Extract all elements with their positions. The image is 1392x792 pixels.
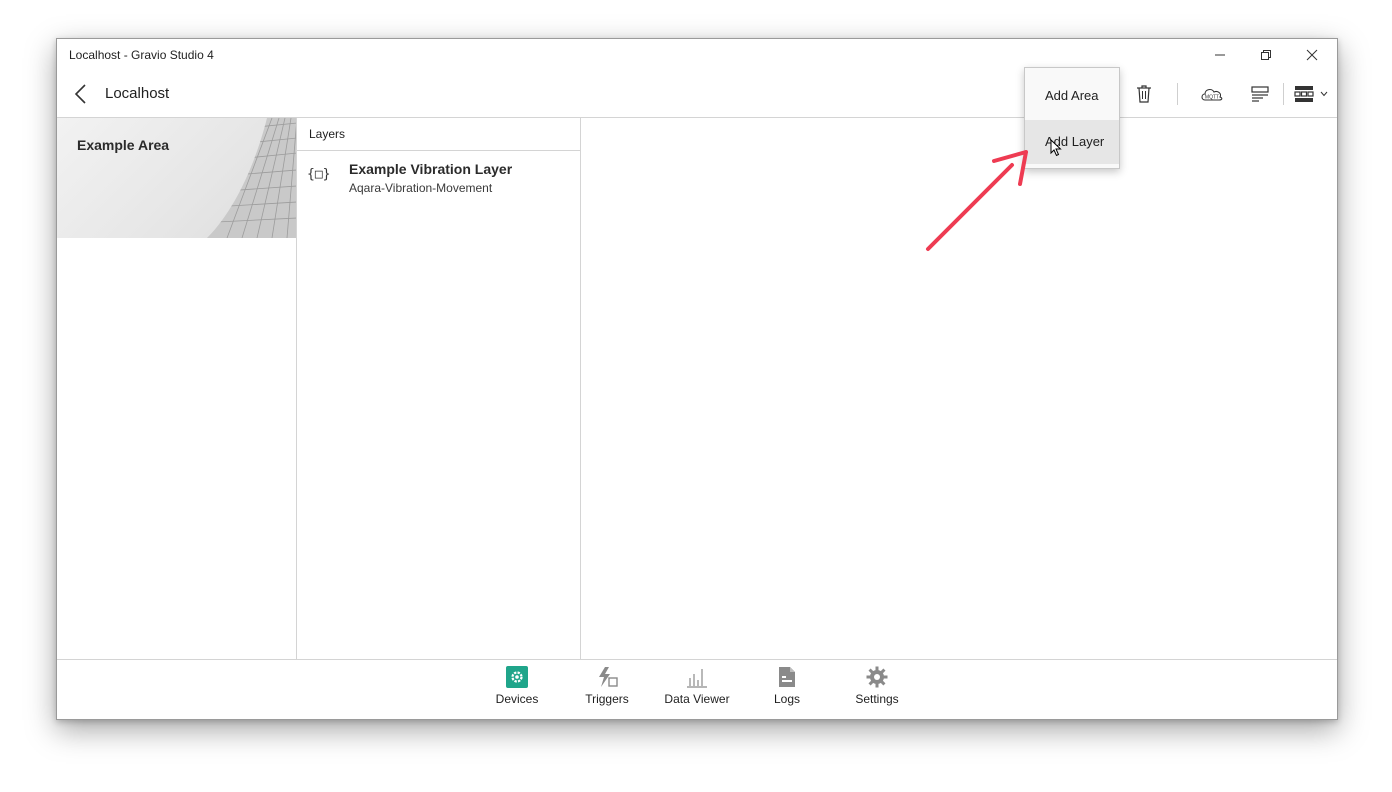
add-layer-menu-item[interactable]: Add Layer [1025, 120, 1119, 164]
restore-button[interactable] [1243, 39, 1289, 71]
minimize-button[interactable] [1197, 39, 1243, 71]
nav-label: Data Viewer [664, 692, 730, 706]
view-layout-button[interactable] [1291, 81, 1331, 107]
page-title: Localhost [105, 85, 170, 102]
toolbar-separator [1177, 83, 1178, 105]
nav-label: Logs [773, 692, 801, 706]
vibration-layer-icon: {□} [307, 167, 331, 182]
layers-header-label: Layers [309, 127, 346, 141]
close-icon [1306, 49, 1318, 61]
view-layout-icon [1294, 86, 1314, 102]
device-list-panel [581, 118, 1337, 659]
data-viewer-icon [686, 666, 708, 688]
layer-settings-icon [1251, 86, 1269, 102]
mouse-cursor-icon [1050, 139, 1062, 157]
areas-panel: Example Area [57, 118, 297, 659]
window-title: Localhost - Gravio Studio 4 [69, 48, 214, 62]
mqtt-icon: MQTT [1201, 89, 1223, 101]
area-building-image [207, 118, 296, 238]
area-name: Example Area [77, 137, 170, 153]
area-card[interactable]: Example Area [57, 118, 296, 238]
nav-label: Triggers [585, 692, 629, 706]
logs-icon [776, 666, 798, 688]
nav-triggers[interactable]: Triggers [567, 666, 647, 716]
triggers-icon [596, 666, 618, 688]
layer-list-item[interactable]: {□} Example Vibration Layer Aqara-Vibrat… [297, 151, 580, 201]
nav-logs[interactable]: Logs [747, 666, 827, 716]
minimize-icon [1215, 54, 1225, 56]
add-area-menu-item[interactable]: Add Area [1025, 74, 1119, 118]
bottom-navigation: Devices Triggers Data Viewer Logs Settin… [57, 659, 1337, 719]
layers-header: Layers [297, 118, 580, 151]
page-header: Localhost MQTT [57, 71, 1337, 118]
close-window-button[interactable] [1289, 39, 1335, 71]
add-menu-dropdown: Add Area Add Layer [1024, 67, 1120, 169]
nav-settings[interactable]: Settings [837, 666, 917, 716]
layer-settings-button[interactable] [1249, 81, 1271, 107]
back-button[interactable] [69, 81, 93, 107]
svg-text:MQTT: MQTT [1205, 95, 1219, 101]
settings-icon [866, 666, 888, 688]
layer-type: Aqara-Vibration-Movement [349, 181, 493, 195]
toolbar-separator [1283, 83, 1284, 105]
app-window: Localhost - Gravio Studio 4 Localhost MQ… [56, 38, 1338, 720]
layer-name: Example Vibration Layer [349, 161, 513, 177]
delete-button[interactable] [1133, 81, 1155, 107]
restore-icon [1261, 50, 1271, 60]
layers-panel: Layers {□} Example Vibration Layer Aqara… [297, 118, 581, 659]
chevron-down-icon [1320, 91, 1328, 97]
nav-label: Settings [855, 692, 899, 706]
add-area-label: Add Area [1045, 88, 1099, 103]
devices-icon [506, 666, 528, 688]
nav-data-viewer[interactable]: Data Viewer [657, 666, 737, 716]
delete-icon [1137, 85, 1151, 103]
nav-label: Devices [495, 692, 539, 706]
title-bar: Localhost - Gravio Studio 4 [57, 39, 1337, 71]
back-arrow-icon [74, 84, 86, 104]
nav-devices[interactable]: Devices [477, 666, 557, 716]
mqtt-button[interactable]: MQTT [1199, 81, 1225, 107]
